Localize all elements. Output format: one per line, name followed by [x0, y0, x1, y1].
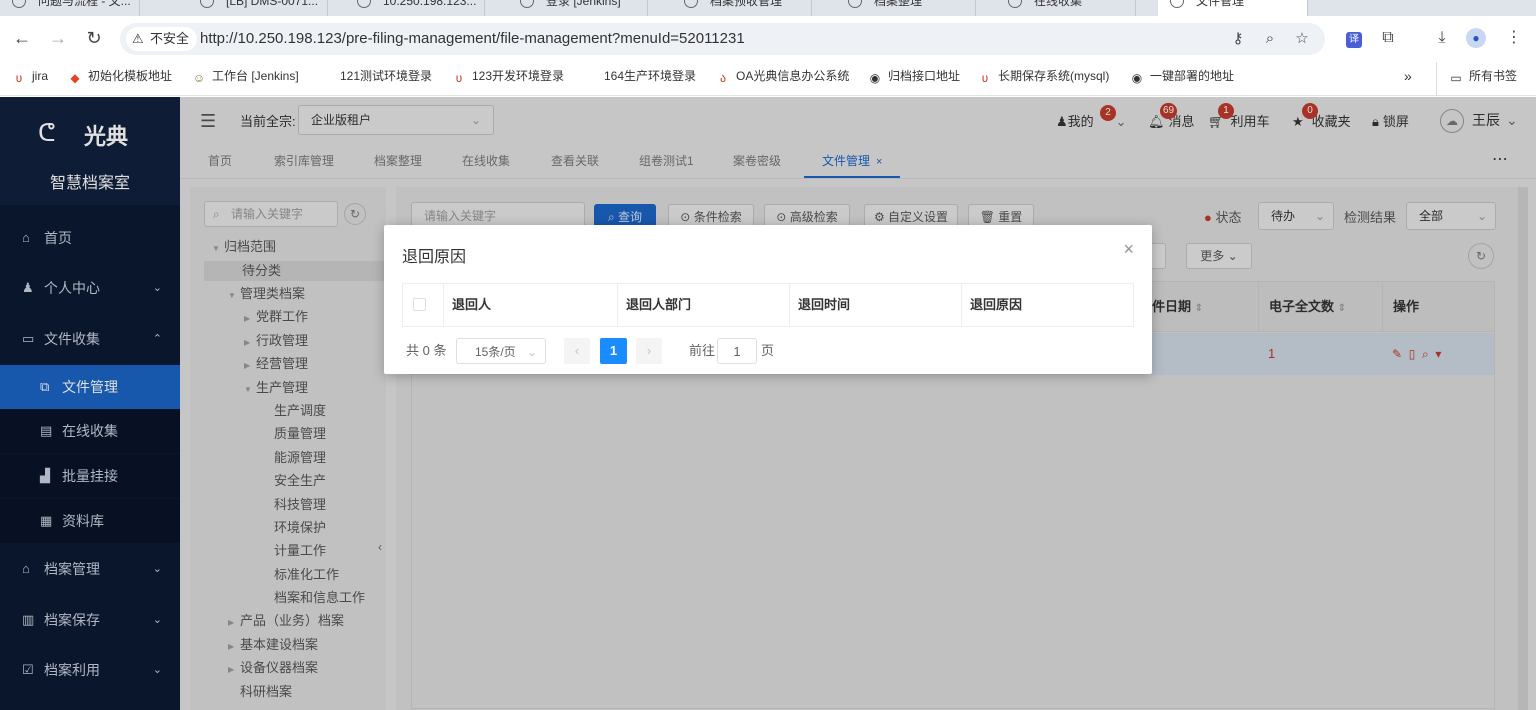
oa-icon: ა	[719, 71, 727, 85]
goto-label: 前往	[689, 343, 716, 358]
browser-tab-label: [LB] DMS-0071...	[226, 0, 319, 8]
bookmark-item[interactable]: 121测试环境登录	[320, 62, 432, 96]
return-reason-table: 退回人 退回人部门 退回时间 退回原因	[402, 283, 1134, 327]
bookmark-label: 一键部署的地址	[1150, 69, 1235, 83]
page-size-value: 15条/页	[475, 345, 516, 359]
all-bookmarks-label: 所有书签	[1469, 69, 1518, 83]
browser-tab-label: 文件管理	[1196, 0, 1245, 8]
tab-favicon-icon	[1170, 0, 1184, 8]
browser-tab-label: 在线收集	[1034, 0, 1083, 8]
chevron-down-icon: ⌄	[526, 345, 537, 359]
bookmark-item[interactable]: ʋ 123开发环境登录	[452, 62, 564, 96]
pagination: 共 0 条 15条/页 ⌄ ‹ 1 › 前往 1 页	[406, 338, 1136, 364]
tab-favicon-icon	[520, 0, 534, 8]
blank-icon	[320, 68, 334, 82]
app-icon: ʋ	[455, 71, 463, 85]
browser-toolbar: ← → ↻ ⚠ 不安全 http://10.250.198.123/pre-fil…	[0, 16, 1536, 62]
bookmarks-overflow-button[interactable]: »	[1404, 62, 1412, 96]
forward-icon[interactable]: →	[44, 24, 72, 52]
browser-tab-label: 问题与流程 - 文...	[38, 0, 131, 8]
select-all-checkbox[interactable]	[413, 298, 426, 311]
bookmark-label: 工作台 [Jenkins]	[212, 69, 299, 83]
browser-tab[interactable]: 问题与流程 - 文...	[0, 0, 140, 16]
close-icon[interactable]: ×	[1123, 239, 1134, 260]
globe-icon: ◉	[869, 71, 881, 85]
page-suffix-label: 页	[761, 343, 775, 358]
folder-icon: ▭	[1450, 71, 1462, 85]
column-returner: 退回人	[443, 284, 617, 326]
column-return-reason: 退回原因	[961, 284, 1133, 326]
bookmark-item[interactable]: ◉ 归档接口地址	[868, 62, 960, 96]
return-reason-dialog: 退回原因 × 退回人 退回人部门 退回时间 退回原因 共 0 条 15条/页 ⌄ …	[384, 225, 1152, 374]
column-return-time: 退回时间	[789, 284, 961, 326]
all-bookmarks-button[interactable]: ▭ 所有书签	[1436, 62, 1517, 96]
page-number-current[interactable]: 1	[600, 338, 627, 364]
browser-tab[interactable]: 档案整理	[836, 0, 976, 16]
tab-favicon-icon	[200, 0, 214, 8]
tab-favicon-icon	[1008, 0, 1022, 8]
browser-tab-label: 10.250.198.123...	[383, 0, 477, 8]
globe-icon: ◉	[1131, 71, 1143, 85]
key-icon[interactable]: ⚷	[1226, 27, 1250, 51]
bookmark-label: jira	[32, 69, 49, 83]
page-size-select[interactable]: 15条/页 ⌄	[456, 338, 546, 364]
bookmark-item[interactable]: ◆ 初始化模板地址	[68, 62, 172, 96]
goto-page-input[interactable]: 1	[717, 338, 757, 364]
bookmark-item[interactable]: ʋ jira	[12, 62, 48, 96]
bookmark-label: 初始化模板地址	[88, 69, 173, 83]
browser-tab-label: 档案预收管理	[710, 0, 783, 8]
total-count: 共 0 条	[406, 343, 447, 358]
browser-tab[interactable]: 档案预收管理	[672, 0, 812, 16]
security-chip[interactable]: ⚠ 不安全	[126, 27, 198, 51]
reload-icon[interactable]: ↻	[80, 24, 108, 52]
zoom-icon[interactable]: ⌕	[1258, 27, 1282, 51]
gitlab-icon: ◆	[70, 71, 80, 85]
warning-icon: ⚠	[132, 31, 144, 46]
bookmark-label: 123开发环境登录	[472, 69, 565, 83]
menu-kebab-icon[interactable]: ⋮	[1500, 24, 1528, 52]
url-text[interactable]: http://10.250.198.123/pre-filing-managem…	[200, 23, 745, 55]
bookmark-label: OA光典信息办公系统	[736, 69, 850, 83]
profile-avatar-icon[interactable]: ●	[1462, 24, 1490, 52]
browser-tab[interactable]: [LB] DMS-0071...	[188, 0, 328, 16]
address-bar[interactable]: ⚠ 不安全 http://10.250.198.123/pre-filing-ma…	[120, 23, 1325, 55]
bookmark-label: 121测试环境登录	[340, 69, 433, 83]
bookmark-label: 长期保存系统(mysql)	[998, 69, 1110, 83]
tab-favicon-icon	[357, 0, 371, 8]
jenkins-icon: ☺	[192, 71, 206, 85]
browser-tab-strip: 问题与流程 - 文... [LB] DMS-0071... 10.250.198…	[0, 0, 1536, 16]
browser-tab[interactable]: 10.250.198.123...	[345, 0, 485, 16]
back-icon[interactable]: ←	[8, 24, 36, 52]
browser-tab-active[interactable]: 文件管理	[1158, 0, 1308, 16]
extensions-icon[interactable]: ⧉	[1374, 24, 1402, 52]
column-returner-department: 退回人部门	[617, 284, 789, 326]
app-icon: ʋ	[981, 71, 989, 85]
browser-tab[interactable]: 在线收集	[996, 0, 1136, 16]
bookmark-item[interactable]: ა OA光典信息办公系统	[716, 62, 849, 96]
browser-tab[interactable]: 登录 [Jenkins]	[508, 0, 648, 16]
browser-tab-label: 档案整理	[874, 0, 923, 8]
browser-tab-label: 登录 [Jenkins]	[546, 0, 621, 8]
tab-favicon-icon	[684, 0, 698, 8]
modal-overlay[interactable]	[0, 97, 1536, 710]
bookmarks-bar: ʋ jira ◆ 初始化模板地址 ☺ 工作台 [Jenkins] 121测试环境登录 …	[0, 62, 1536, 96]
tab-favicon-icon	[848, 0, 862, 8]
bookmark-label: 归档接口地址	[888, 69, 961, 83]
jira-icon: ʋ	[15, 71, 23, 85]
security-label: 不安全	[150, 31, 190, 46]
bookmark-item[interactable]: 164生产环境登录	[584, 62, 696, 96]
select-all-cell	[403, 284, 443, 326]
next-page-button[interactable]: ›	[636, 338, 662, 364]
dialog-title: 退回原因	[402, 249, 467, 266]
bookmark-item[interactable]: ◉ 一键部署的地址	[1130, 62, 1234, 96]
prev-page-button[interactable]: ‹	[564, 338, 590, 364]
bookmark-item[interactable]: ʋ 长期保存系统(mysql)	[978, 62, 1110, 96]
download-icon[interactable]: ⤓	[1428, 24, 1456, 52]
tab-favicon-icon	[12, 0, 26, 8]
extension-translate-icon[interactable]: 译	[1340, 24, 1368, 52]
bookmark-label: 164生产环境登录	[604, 69, 697, 83]
star-icon[interactable]: ☆	[1290, 27, 1314, 51]
blank-icon	[584, 68, 598, 82]
bookmark-item[interactable]: ☺ 工作台 [Jenkins]	[192, 62, 299, 96]
